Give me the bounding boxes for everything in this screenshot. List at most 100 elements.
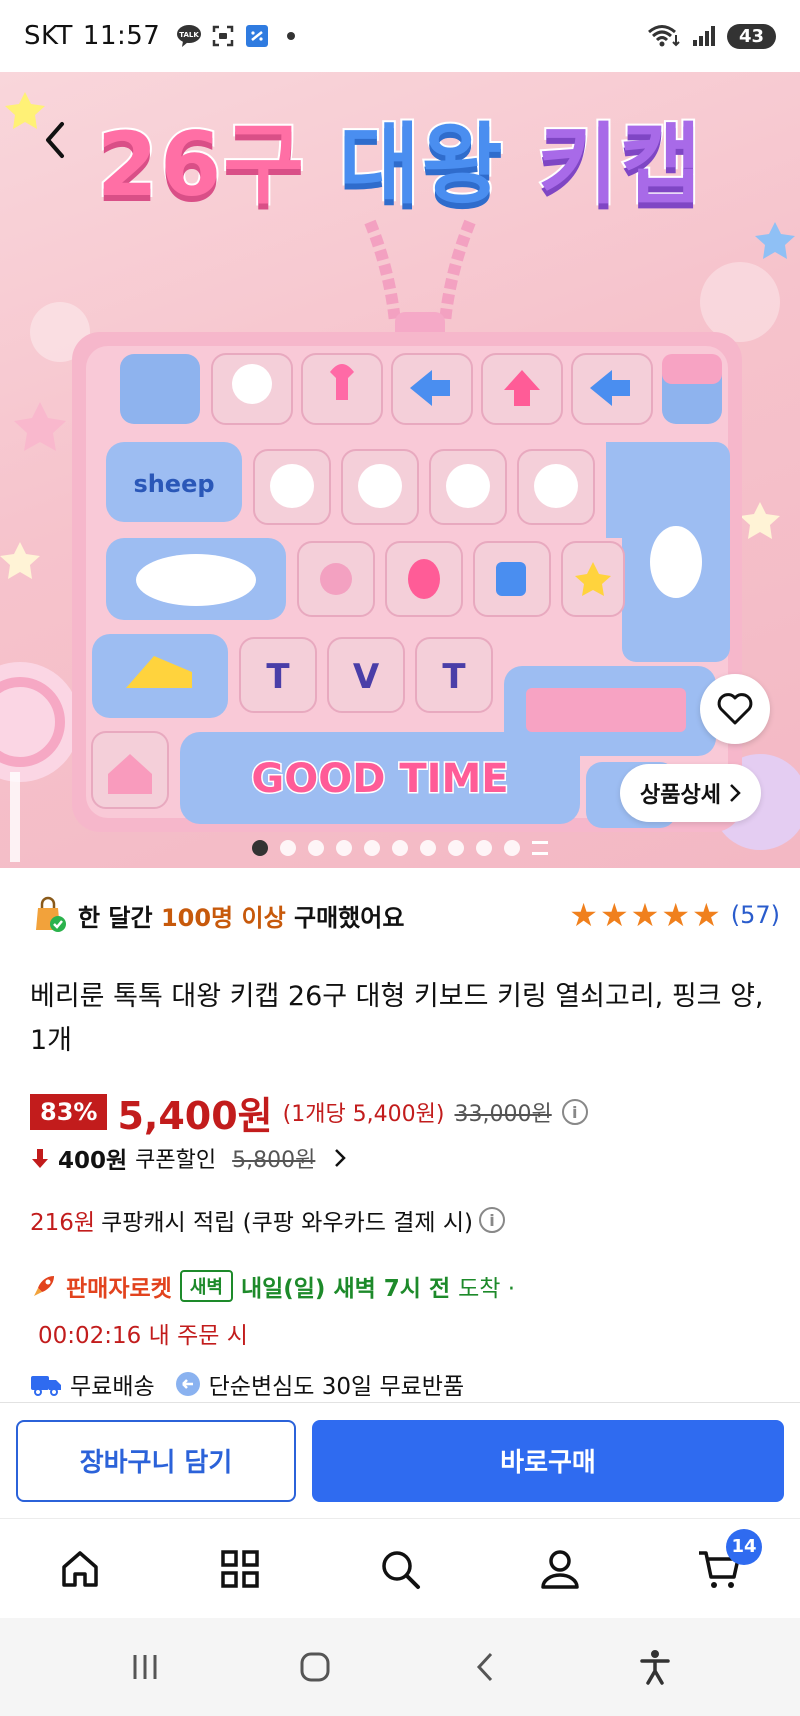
product-detail-label: 상품상세 <box>640 783 721 808</box>
hero-title-part1: 26구 <box>95 111 307 218</box>
chevron-right-icon <box>730 784 741 802</box>
price-info-icon[interactable]: i <box>561 1099 588 1125</box>
carousel-indicator <box>0 840 800 856</box>
home-system-button[interactable] <box>285 1637 345 1697</box>
tab-cart[interactable]: 14 <box>680 1528 762 1609</box>
keycap-letter-v: V <box>353 657 380 697</box>
free-return-label: 단순변심도 30일 무료반품 <box>208 1374 465 1400</box>
coupon-row[interactable]: 400원 쿠폰할인 5,800원 <box>30 1140 780 1176</box>
star-icon: ★ <box>599 896 629 934</box>
goodtime-key-label: GOOD TIME <box>251 756 508 802</box>
user-icon <box>541 1549 579 1589</box>
product-image-carousel[interactable]: sheep T V T GOOD TIME 26구 대왕 키캡 상품상세 <box>0 72 800 868</box>
carousel-dot <box>448 840 464 856</box>
price-row: 83% 5,400원 (1개당 5,400원) 33,000원 i <box>30 1088 780 1138</box>
more-notifications-dot-icon <box>278 23 304 49</box>
svg-text:TALK: TALK <box>180 31 200 39</box>
unit-price: (1개당 5,400원) <box>282 1102 445 1127</box>
carousel-dot <box>252 840 268 856</box>
add-to-cart-button[interactable]: 장바구니 담기 <box>16 1419 296 1502</box>
pre-coupon-price: 5,800원 <box>232 1148 316 1173</box>
benefits-row: 무료배송 단순변심도 30일 무료반품 <box>30 1364 780 1404</box>
sheep-key-label: sheep <box>133 470 214 498</box>
discount-badge: 83% <box>30 1094 108 1130</box>
recent-apps-icon <box>133 1655 157 1679</box>
carousel-dot <box>420 840 436 856</box>
delivery-row: 판매자로켓 새벽 내일(일) 새벽 7시 전 도착 · <box>30 1266 780 1306</box>
chevron-left-icon <box>46 122 64 158</box>
carousel-dot <box>504 840 520 856</box>
star-icon: ★ <box>630 896 660 934</box>
cash-amount: 216원 <box>30 1210 96 1236</box>
back-arrow-icon <box>476 1652 493 1682</box>
carousel-dot <box>336 840 352 856</box>
star-icon: ★ <box>661 896 691 934</box>
carousel-dot <box>280 840 296 856</box>
search-icon <box>382 1550 420 1589</box>
arrow-down-icon <box>32 1149 48 1168</box>
carousel-more-icon <box>532 841 548 855</box>
home-circle-icon <box>300 1652 330 1682</box>
buy-now-button[interactable]: 바로구매 <box>312 1419 784 1502</box>
tab-categories[interactable] <box>200 1529 280 1609</box>
tab-search[interactable] <box>360 1529 440 1609</box>
product-detail-button[interactable]: 상품상세 <box>620 764 761 822</box>
back-button[interactable] <box>30 110 80 170</box>
chevron-right-icon <box>335 1149 347 1167</box>
coupon-label: 쿠폰할인 <box>135 1148 217 1173</box>
star-icon: ★ <box>569 896 598 934</box>
coupon-amount: 400원 <box>58 1148 128 1174</box>
wishlist-button[interactable] <box>700 674 770 744</box>
shopping-bag-check-icon <box>36 896 66 932</box>
arrival-suffix: 도착 · <box>458 1276 516 1302</box>
battery-indicator: 43 <box>726 23 776 49</box>
carousel-dot <box>476 840 492 856</box>
original-price: 33,000원 <box>454 1102 552 1127</box>
return-icon <box>175 1372 200 1396</box>
star-rating[interactable]: ★ ★ ★ ★ ★ <box>569 899 720 931</box>
grid-icon <box>221 1549 259 1588</box>
wifi-icon <box>647 23 681 49</box>
cash-reward-row: 216원 쿠팡캐시 적립 (쿠팡 와우카드 결제 시) i <box>30 1200 780 1240</box>
carousel-dot <box>308 840 324 856</box>
accessibility-button[interactable] <box>625 1637 685 1697</box>
product-title: 베리룬 톡톡 대왕 키캡 26구 대형 키보드 키링 열쇠고리, 핑크 양, 1… <box>30 981 764 1056</box>
dawn-delivery-badge: 새벽 <box>179 1270 233 1302</box>
keycap-letter-t1: T <box>266 657 290 697</box>
rocket-icon <box>34 1276 54 1296</box>
carrier-label: SKT <box>24 21 73 51</box>
truck-icon <box>31 1376 61 1396</box>
cart-count-badge: 14 <box>726 1528 762 1565</box>
keycap-letter-t2: T <box>442 657 466 697</box>
tab-my-account[interactable] <box>520 1529 600 1609</box>
heart-icon <box>717 693 753 725</box>
system-navigation-bar <box>0 1618 800 1716</box>
hero-title-part3: 키캡 <box>535 111 704 218</box>
carousel-dot <box>392 840 408 856</box>
signal-icon <box>691 23 717 49</box>
screenshot-icon <box>210 23 236 49</box>
recent-apps-button[interactable] <box>115 1637 175 1697</box>
hero-title-part2: 대왕 <box>337 111 505 218</box>
talk-notification-icon: TALK <box>176 23 202 49</box>
bottom-tab-bar: 14 <box>0 1518 800 1618</box>
purchase-action-bar: 장바구니 담기 바로구매 <box>0 1402 800 1518</box>
system-back-button[interactable] <box>455 1637 515 1697</box>
cash-info-icon[interactable]: i <box>478 1207 505 1233</box>
social-proof-row: 한 달간 100명 이상 구매했어요 ★ ★ ★ ★ ★ (57) <box>30 890 780 940</box>
accessibility-icon <box>640 1650 670 1685</box>
status-bar: SKT 11:57 TALK 43 <box>0 0 800 72</box>
home-icon <box>62 1550 98 1587</box>
clock: 11:57 <box>82 21 161 51</box>
arrival-date: 내일(일) 새벽 7시 전 <box>240 1276 451 1302</box>
star-icon: ★ <box>692 896 721 934</box>
carousel-dot <box>364 840 380 856</box>
free-shipping-label: 무료배송 <box>70 1374 155 1400</box>
purchase-count-text: 한 달간 100명 이상 구매했어요 <box>78 903 405 932</box>
seller-rocket-label: 판매자로켓 <box>66 1276 172 1302</box>
review-count-link[interactable]: (57) <box>731 901 780 929</box>
order-countdown: 00:02:16 내 주문 시 <box>38 1323 248 1349</box>
tab-home[interactable] <box>40 1529 120 1609</box>
hero-title: 26구 대왕 키캡 <box>0 94 800 221</box>
app-notification-icon <box>244 23 270 49</box>
